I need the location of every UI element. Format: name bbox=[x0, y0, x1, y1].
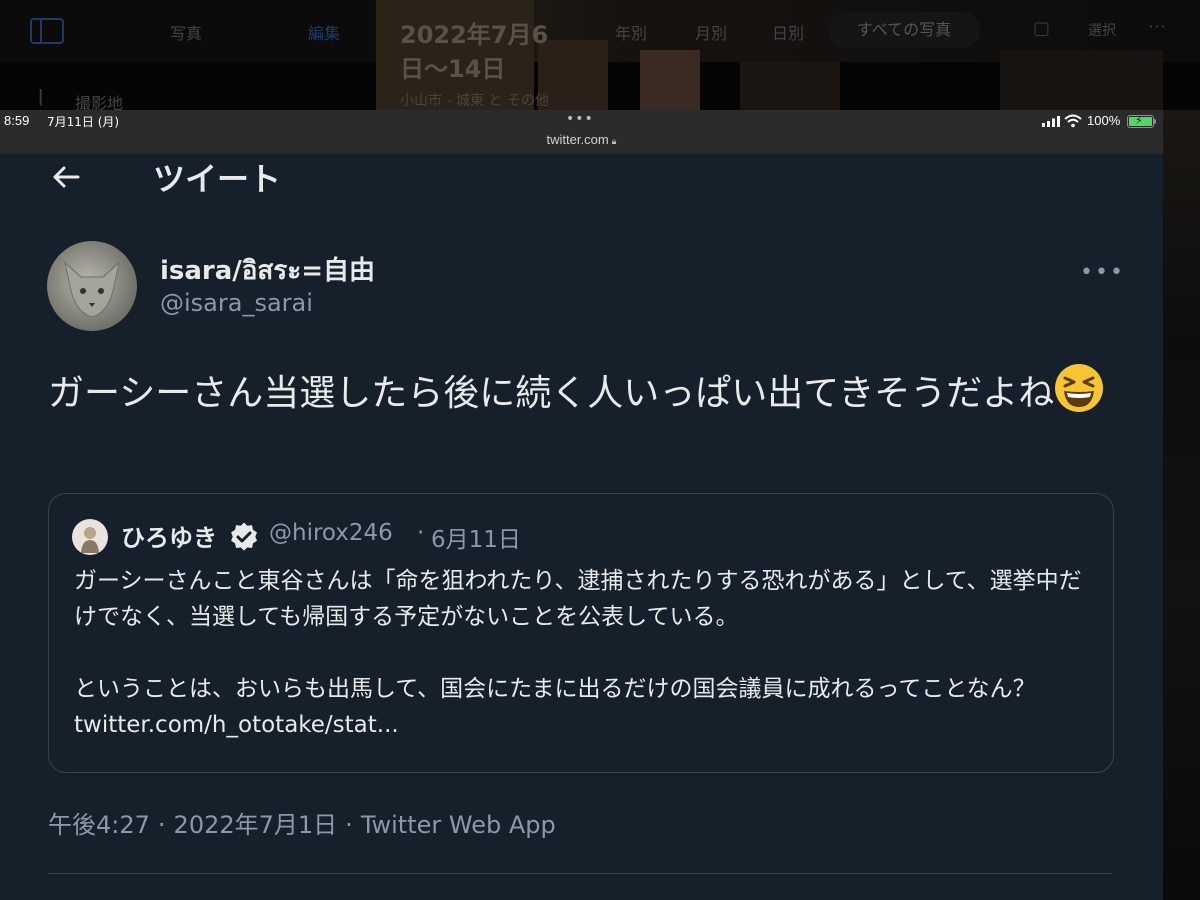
ipad-window: 8:59 7月11日 (月) ••• twitter.com 🔒︎ 100% ⚡︎… bbox=[0, 110, 1163, 900]
separator-dot: · bbox=[157, 811, 166, 839]
sidebar-toggle-icon[interactable] bbox=[30, 18, 64, 44]
background-view-month[interactable]: 月別 bbox=[695, 20, 727, 44]
quoted-paragraph: ということは、おいらも出馬して、国会にたまに出るだけの国会議員に成れるってことな… bbox=[74, 676, 1036, 738]
separator-dot: · bbox=[417, 520, 425, 546]
lock-icon: 🔒︎ bbox=[611, 136, 617, 146]
url-text: twitter.com bbox=[546, 132, 609, 147]
quoted-display-name: ひろゆき bbox=[121, 524, 217, 552]
battery-icon: ⚡︎ bbox=[1127, 114, 1156, 128]
grinning-squinting-face-icon bbox=[1055, 364, 1104, 412]
fox-avatar-image bbox=[64, 261, 120, 318]
wifi-icon bbox=[1064, 114, 1082, 128]
background-view-year[interactable]: 年別 bbox=[615, 20, 647, 44]
quoted-tweet[interactable]: ひろゆき @hirox246 · 6月11日 ガーシーさんこと東谷さんは「命を狙… bbox=[48, 493, 1114, 773]
background-photo bbox=[1000, 50, 1163, 110]
background-select-button[interactable]: 選択 bbox=[1088, 20, 1116, 40]
signal-icon bbox=[1042, 116, 1060, 127]
tweet-time[interactable]: 午後4:27 bbox=[48, 811, 150, 839]
quoted-text: ガーシーさんこと東谷さんは「命を狙われたり、逮捕されたりする恐れがある」として、… bbox=[74, 563, 1094, 743]
verified-badge-icon bbox=[231, 522, 258, 551]
tweet-header: ツイート bbox=[0, 154, 1163, 210]
background-view-day[interactable]: 日別 bbox=[772, 20, 804, 44]
status-time: 8:59 bbox=[4, 113, 30, 128]
tweet-metadata: 午後4:27 · 2022年7月1日 · Twitter Web App bbox=[48, 805, 556, 840]
background-date-title: 2022年7月6 日〜14日 bbox=[400, 21, 549, 83]
battery-percent: 100% bbox=[1087, 113, 1121, 128]
page-title: ツイート bbox=[153, 160, 282, 198]
background-app-title: 写真 bbox=[170, 24, 203, 43]
user-handle[interactable]: @isara_sarai bbox=[160, 289, 313, 317]
quoted-handle: @hirox246 bbox=[269, 520, 393, 546]
tweet-source[interactable]: Twitter Web App bbox=[361, 811, 556, 839]
background-location-label: 小山市 - 城東 と その他 bbox=[400, 93, 549, 109]
status-date: 7月11日 (月) bbox=[47, 115, 120, 129]
quoted-avatar bbox=[72, 519, 108, 555]
tweet-date[interactable]: 2022年7月1日 bbox=[174, 811, 338, 839]
avatar[interactable] bbox=[47, 241, 137, 331]
quoted-paragraph: ガーシーさんこと東谷さんは「命を狙われたり、逮捕されたりする恐れがある」として、… bbox=[74, 568, 1082, 630]
quoted-date: 6月11日 bbox=[431, 527, 521, 553]
background-photo-strip bbox=[1163, 110, 1200, 900]
separator-dot: · bbox=[345, 811, 353, 839]
background-photo bbox=[640, 50, 700, 110]
slideshow-icon[interactable]: ▢ bbox=[1033, 18, 1050, 39]
back-arrow-icon[interactable] bbox=[48, 159, 84, 195]
location-pin-icon: ǀ bbox=[38, 86, 44, 107]
tweet-text-content: ガーシーさん当選したら後に続く人いっぱい出てきそうだよね bbox=[48, 373, 1055, 414]
background-edit-button[interactable]: 編集 bbox=[308, 20, 340, 44]
tweet-text: ガーシーさん当選したら後に続く人いっぱい出てきそうだよね bbox=[48, 363, 1118, 421]
more-icon[interactable]: ⋯ bbox=[1148, 16, 1166, 37]
background-photo bbox=[740, 62, 840, 110]
address-bar[interactable]: twitter.com 🔒︎ bbox=[0, 132, 1163, 147]
display-name[interactable]: isara/อิสระ=自由 bbox=[160, 250, 375, 291]
divider bbox=[48, 873, 1112, 874]
multitasking-dots-icon[interactable]: ••• bbox=[566, 112, 594, 126]
status-bar: 8:59 7月11日 (月) ••• twitter.com 🔒︎ 100% ⚡︎ bbox=[0, 110, 1163, 154]
background-view-all[interactable]: すべての写真 bbox=[828, 12, 980, 48]
more-icon[interactable]: ••• bbox=[1080, 260, 1125, 285]
